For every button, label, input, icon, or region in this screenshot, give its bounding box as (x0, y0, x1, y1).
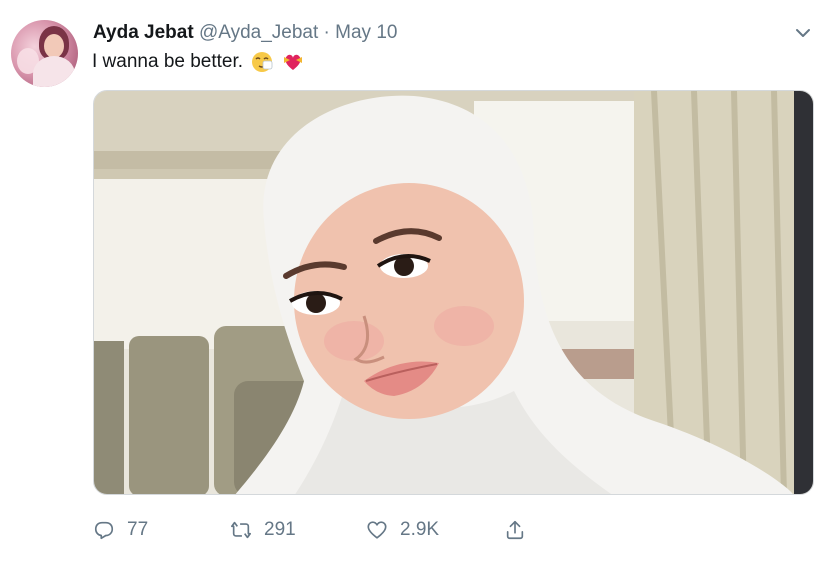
tweet-text: I wanna be better. (92, 51, 244, 72)
reply-button[interactable]: 77 (93, 513, 148, 547)
reply-count: 77 (127, 519, 149, 540)
like-icon (367, 521, 387, 539)
tweet-text-line: I wanna be better. (92, 50, 304, 74)
share-icon (506, 520, 524, 540)
tweet-photo[interactable] (93, 90, 814, 495)
tweet-header: Ayda Jebat @Ayda_Jebat · May 10 (93, 21, 397, 45)
retweet-icon (231, 521, 251, 539)
header-separator: · (323, 22, 330, 43)
selfie-photo-illustration (94, 91, 813, 494)
tweet-actions-bar: 77 291 2.9K (93, 513, 653, 547)
like-button[interactable]: 2.9K (366, 513, 439, 547)
author-name[interactable]: Ayda Jebat (93, 22, 194, 43)
author-avatar[interactable] (11, 20, 78, 87)
tweet-date[interactable]: May 10 (335, 22, 397, 43)
more-options-chevron-icon[interactable] (793, 24, 813, 42)
retweet-button[interactable]: 291 (230, 513, 296, 547)
reply-icon (94, 521, 114, 540)
like-count: 2.9K (400, 519, 440, 540)
author-handle[interactable]: @Ayda_Jebat (199, 22, 318, 43)
heart-with-ribbon-emoji-icon (282, 51, 304, 73)
sneezing-face-emoji-icon (251, 51, 273, 73)
share-button[interactable] (504, 513, 526, 547)
retweet-count: 291 (264, 519, 296, 540)
